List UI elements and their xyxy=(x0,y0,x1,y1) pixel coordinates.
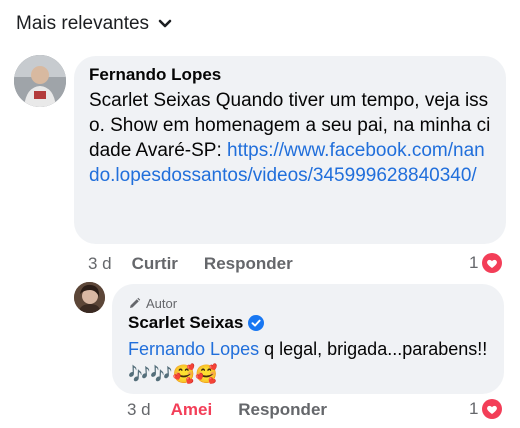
reply-bubble: Autor Scarlet Seixas Fernando Lopes q le… xyxy=(112,284,504,394)
profile-photo xyxy=(74,282,105,313)
reply-actions: 3 d Amei Responder xyxy=(127,398,353,422)
reply-avatar[interactable] xyxy=(74,282,105,313)
reaction-count[interactable]: 1 xyxy=(469,251,503,275)
profile-photo xyxy=(14,55,66,107)
pencil-icon xyxy=(130,297,141,308)
love-button[interactable]: Amei xyxy=(171,400,213,420)
reply-button[interactable]: Responder xyxy=(238,400,327,420)
comment-bubble: Fernando Lopes Scarlet Seixas Quando tiv… xyxy=(74,56,506,244)
reaction-count-value: 1 xyxy=(469,399,479,418)
comment-author[interactable]: Fernando Lopes xyxy=(89,65,492,85)
role-text: Autor xyxy=(146,295,178,311)
reply-time[interactable]: 3 d xyxy=(127,400,151,420)
reply-author[interactable]: Scarlet Seixas xyxy=(128,313,243,333)
love-reaction-icon xyxy=(482,253,503,273)
comment-text: Scarlet Seixas Quando tiver um tempo, ve… xyxy=(89,88,492,188)
reply-author-row: Scarlet Seixas xyxy=(128,313,490,333)
mention-link[interactable]: Fernando Lopes xyxy=(128,339,259,359)
reaction-count[interactable]: 1 xyxy=(469,397,503,421)
avatar[interactable] xyxy=(14,55,66,107)
comment-time[interactable]: 3 d xyxy=(88,254,112,274)
reaction-count-value: 1 xyxy=(469,253,479,272)
reply-button[interactable]: Responder xyxy=(204,254,293,274)
reply-text: Fernando Lopes q legal, brigada...parabe… xyxy=(128,337,490,387)
sort-dropdown[interactable]: Mais relevantes xyxy=(16,10,172,38)
chevron-down-icon xyxy=(158,19,172,28)
verified-badge-icon xyxy=(248,315,265,331)
like-button[interactable]: Curtir xyxy=(132,254,178,274)
author-role-label: Autor xyxy=(128,294,490,312)
comment-actions: 3 d Curtir Responder xyxy=(88,252,319,276)
love-reaction-icon xyxy=(482,399,503,419)
sort-label: Mais relevantes xyxy=(16,13,150,34)
